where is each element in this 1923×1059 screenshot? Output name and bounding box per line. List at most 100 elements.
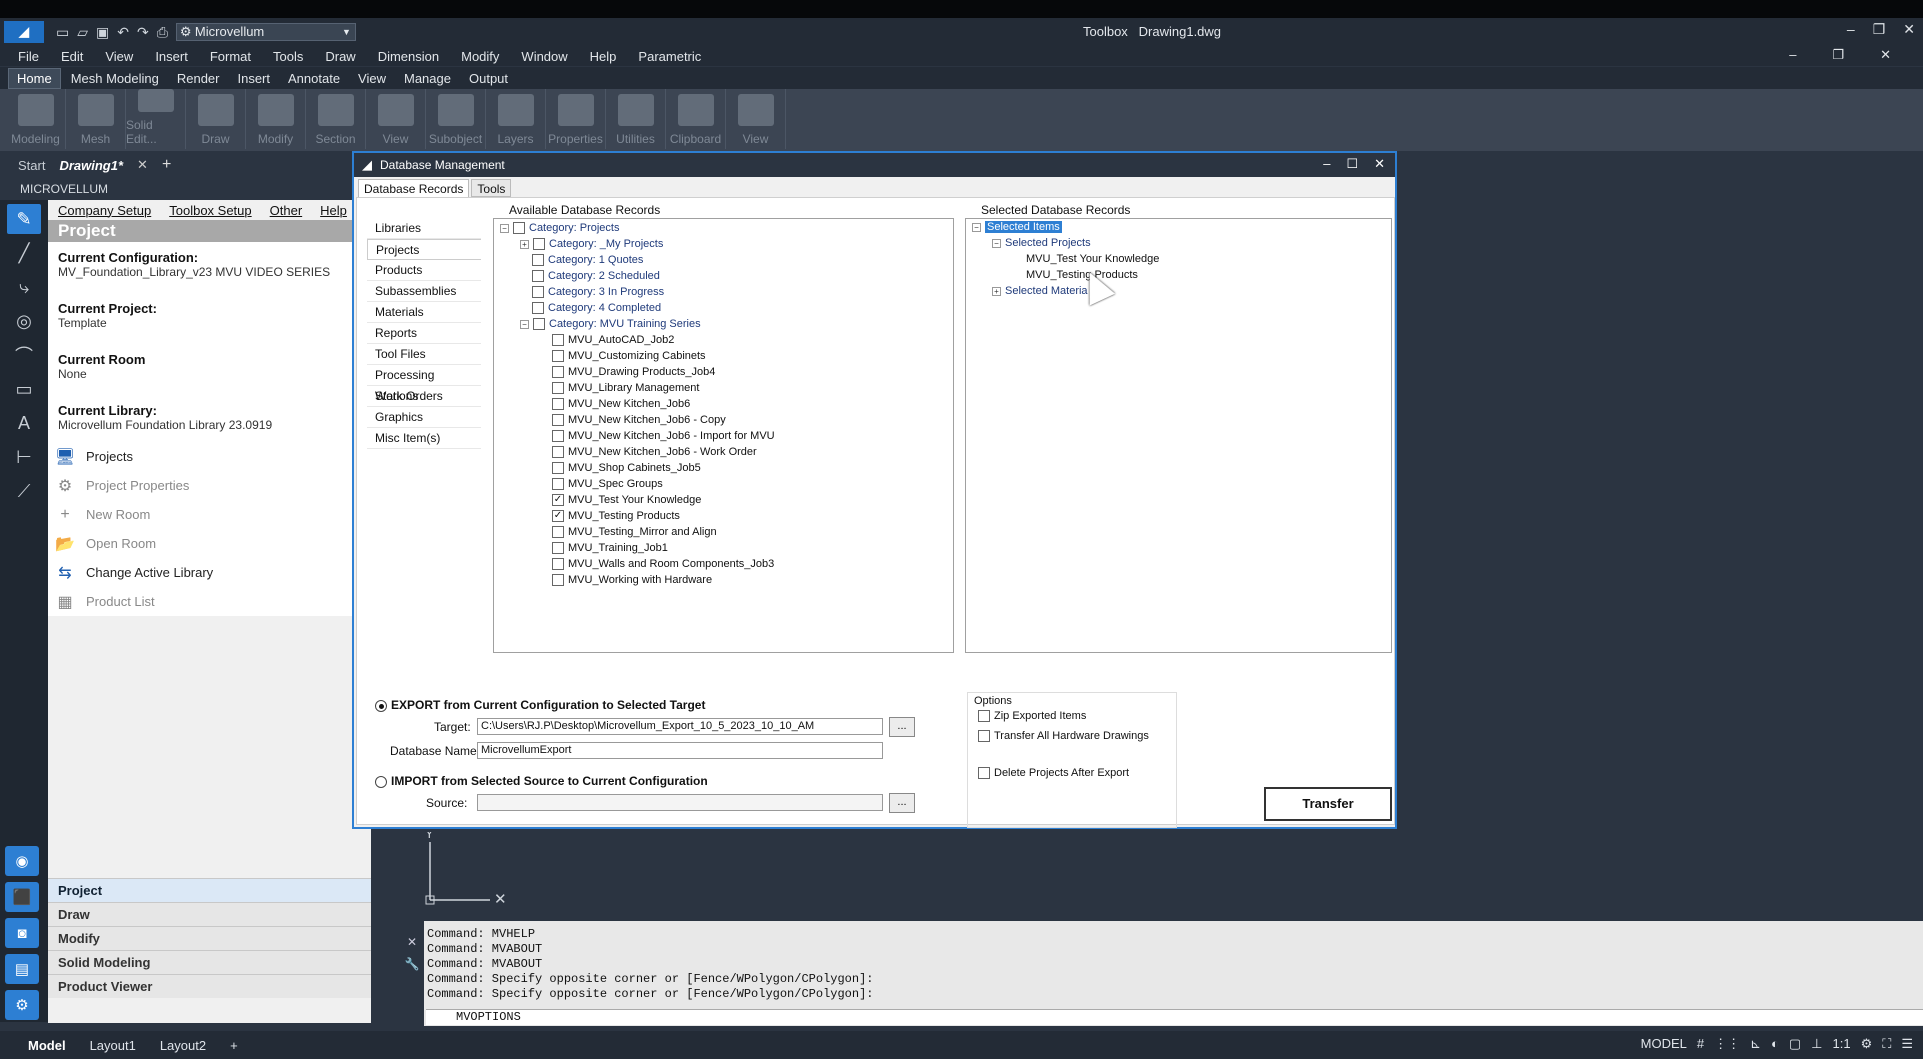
menu-icon[interactable]: ☰: [1901, 1036, 1913, 1052]
tab-database-records[interactable]: Database Records: [358, 179, 470, 197]
tree-node-selected-items[interactable]: − Selected Items: [972, 219, 1062, 235]
record-type-work-orders[interactable]: Work Orders: [367, 386, 481, 407]
selected-records-tree[interactable]: − Selected Items − Selected Projects MVU_T…: [965, 218, 1392, 653]
workspace-select[interactable]: ⚙ Microvellum ▼: [175, 23, 356, 41]
expand-icon[interactable]: +: [520, 239, 529, 249]
print-icon[interactable]: ⎙: [157, 24, 168, 41]
zip-exported-option[interactable]: Zip Exported Items: [978, 710, 1086, 722]
palette-item-project-properties[interactable]: ⚙ Project Properties: [48, 471, 371, 500]
minimize-icon[interactable]: –: [1323, 156, 1330, 172]
palette-nav-solid-modeling[interactable]: Solid Modeling: [48, 950, 371, 974]
palette-menu-toolbox-setup[interactable]: Toolbox Setup: [169, 203, 251, 218]
palette-item-projects[interactable]: 🖥 Projects: [48, 442, 371, 471]
export-option[interactable]: EXPORT from Current Configuration to Sel…: [375, 698, 705, 712]
record-type-tool-files[interactable]: Tool Files: [367, 344, 481, 365]
minimize-icon[interactable]: –: [1789, 47, 1796, 63]
collapse-icon[interactable]: −: [520, 319, 529, 329]
checkbox[interactable]: [978, 710, 990, 722]
ribbon-tab-annotate[interactable]: Annotate: [280, 69, 348, 88]
checkbox[interactable]: [552, 382, 564, 394]
tree-node-category[interactable]: Category: 1 Quotes: [532, 252, 643, 268]
checkbox[interactable]: [552, 350, 564, 362]
tree-node-project[interactable]: MVU_New Kitchen_Job6 - Copy: [552, 412, 726, 428]
ribbon-group[interactable]: Properties: [546, 89, 606, 149]
collapse-icon[interactable]: −: [500, 223, 509, 233]
checkbox[interactable]: [533, 238, 545, 250]
minimize-icon[interactable]: –: [1847, 21, 1855, 38]
ribbon-group[interactable]: Section: [306, 89, 366, 149]
checkbox[interactable]: [532, 302, 544, 314]
menu-help[interactable]: Help: [590, 49, 617, 64]
menu-tools[interactable]: Tools: [273, 49, 303, 64]
ribbon-group[interactable]: Layers: [486, 89, 546, 149]
tree-node-category[interactable]: Category: 2 Scheduled: [532, 268, 660, 284]
fingerprint-icon[interactable]: ◉: [5, 846, 39, 876]
ribbon-tab-home[interactable]: Home: [8, 67, 61, 89]
tree-node-category[interactable]: Category: 4 Completed: [532, 300, 661, 316]
tab-layout1[interactable]: Layout1: [90, 1038, 136, 1053]
import-option[interactable]: IMPORT from Selected Source to Current C…: [375, 774, 708, 788]
expand-icon[interactable]: +: [992, 286, 1001, 296]
palette-item-change-active-library[interactable]: ⇆ Change Active Library: [48, 558, 371, 587]
ucs-toggle-icon[interactable]: ⊥: [1811, 1036, 1822, 1052]
grid-icon[interactable]: #: [1697, 1036, 1704, 1052]
tab-model[interactable]: Model: [28, 1038, 66, 1053]
measure-icon[interactable]: ⟋: [7, 476, 41, 506]
record-type-graphics[interactable]: Graphics: [367, 407, 481, 428]
ribbon-group[interactable]: Draw: [186, 89, 246, 149]
menu-dimension[interactable]: Dimension: [378, 49, 439, 64]
checkbox[interactable]: [552, 462, 564, 474]
ribbon-group[interactable]: Solid Edit...: [126, 89, 186, 149]
polyline-icon[interactable]: ⤷: [7, 272, 41, 302]
checkbox[interactable]: ✓: [552, 494, 564, 506]
ortho-icon[interactable]: ⊾: [1750, 1036, 1761, 1052]
close-tab-icon[interactable]: ✕: [137, 157, 148, 173]
text-icon[interactable]: A: [7, 408, 41, 438]
pencil-icon[interactable]: ✎: [7, 204, 41, 234]
app-logo[interactable]: ◢: [4, 21, 44, 43]
checkbox[interactable]: [552, 414, 564, 426]
tree-node-project[interactable]: MVU_Working with Hardware: [552, 572, 712, 588]
import-radio[interactable]: [375, 775, 387, 788]
tree-node-category[interactable]: Category: 3 In Progress: [532, 284, 664, 300]
snap-icon[interactable]: ⋮⋮: [1714, 1036, 1740, 1052]
source-browse-button[interactable]: ...: [889, 793, 915, 813]
source-field[interactable]: [477, 794, 883, 811]
record-type-reports[interactable]: Reports: [367, 323, 481, 344]
polar-icon[interactable]: ◐: [1771, 1036, 1779, 1052]
gear-icon[interactable]: ⚙: [5, 990, 39, 1020]
model-space-toggle[interactable]: MODEL: [1641, 1036, 1687, 1052]
checkbox[interactable]: [552, 558, 564, 570]
checkbox[interactable]: [978, 767, 990, 779]
undo-icon[interactable]: ↶: [117, 24, 129, 41]
checkbox[interactable]: [552, 334, 564, 346]
tree-node-category-root[interactable]: − Category: Projects: [500, 220, 619, 236]
ribbon-group[interactable]: Utilities: [606, 89, 666, 149]
palette-item-open-room[interactable]: 📂 Open Room: [48, 529, 371, 558]
collapse-icon[interactable]: −: [972, 222, 981, 232]
target-browse-button[interactable]: ...: [889, 717, 915, 737]
close-icon[interactable]: ✕: [1903, 21, 1915, 38]
wrench-icon[interactable]: 🔧: [400, 957, 424, 971]
menu-insert[interactable]: Insert: [155, 49, 188, 64]
menu-window[interactable]: Window: [521, 49, 567, 64]
menu-format[interactable]: Format: [210, 49, 251, 64]
delete-projects-option[interactable]: Delete Projects After Export: [978, 767, 1129, 779]
checkbox[interactable]: [552, 478, 564, 490]
maximize-icon[interactable]: ☐: [1346, 156, 1358, 172]
redo-icon[interactable]: ↷: [137, 24, 149, 41]
record-type-products[interactable]: Products: [367, 260, 481, 281]
dimension-icon[interactable]: ⊢: [7, 442, 41, 472]
open-icon[interactable]: ▱: [77, 24, 88, 41]
tree-node-project[interactable]: ✓ MVU_Test Your Knowledge: [552, 492, 701, 508]
line-icon[interactable]: ╱: [7, 238, 41, 268]
tree-node-project[interactable]: MVU_New Kitchen_Job6 - Import for MVU: [552, 428, 775, 444]
tree-node-project[interactable]: MVU_Testing_Mirror and Align: [552, 524, 717, 540]
tree-node-project[interactable]: MVU_Walls and Room Components_Job3: [552, 556, 774, 572]
menu-draw[interactable]: Draw: [325, 49, 355, 64]
tree-node-project[interactable]: MVU_Training_Job1: [552, 540, 668, 556]
tree-node-project[interactable]: MVU_Customizing Cabinets: [552, 348, 706, 364]
tree-node-project[interactable]: ✓ MVU_Testing Products: [552, 508, 680, 524]
record-type-projects[interactable]: Projects: [367, 239, 481, 260]
palette-item-product-list[interactable]: ▦ Product List: [48, 587, 371, 616]
